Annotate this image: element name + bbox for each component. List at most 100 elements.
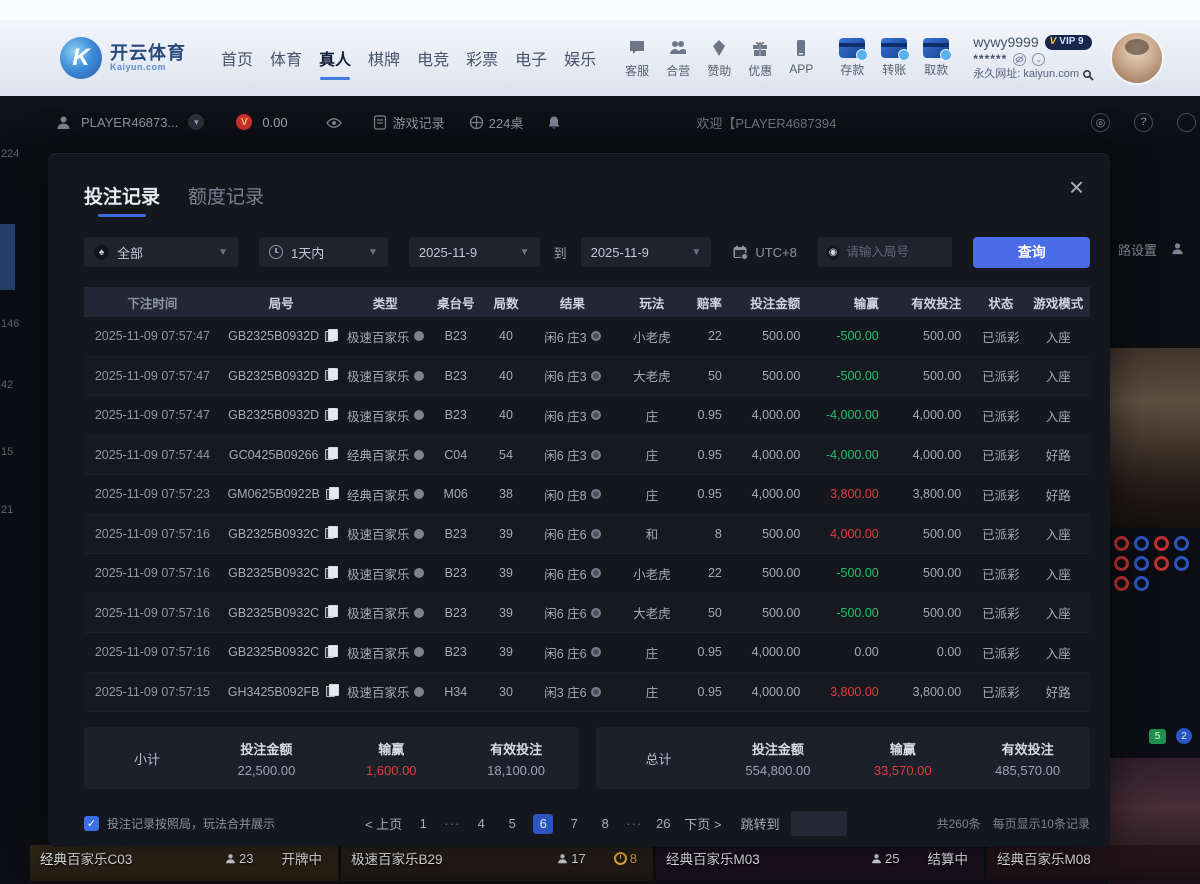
transfer-card-icon <box>881 38 907 58</box>
jump-page-input[interactable] <box>791 811 847 836</box>
result-detail-icon[interactable] <box>591 450 601 460</box>
copy-icon[interactable] <box>326 489 335 500</box>
nav-item-sports[interactable]: 体育 <box>269 40 303 76</box>
person-icon <box>871 853 882 864</box>
nav-item-slots[interactable]: 电子 <box>514 40 548 76</box>
nav-item-lottery[interactable]: 彩票 <box>465 40 499 76</box>
background-right-column: 路设置 5 2 <box>1105 148 1200 884</box>
result-detail-icon[interactable] <box>591 608 601 618</box>
page-button-1[interactable]: 1 <box>413 814 433 834</box>
live-dealer-video[interactable] <box>1108 348 1200 528</box>
live-table-tile[interactable]: 经典百家乐M0325结算中 <box>656 845 984 881</box>
transfer-button[interactable]: 转账 <box>881 38 907 78</box>
roadmap-ring <box>1134 576 1149 591</box>
pagination-ellipsis: ··· <box>626 816 642 831</box>
nav-item-entertainment[interactable]: 娱乐 <box>563 40 597 76</box>
search-circle-icon[interactable]: ◎ <box>1091 113 1110 132</box>
site-logo[interactable]: K 开云体育 Kaiyun.com <box>60 37 186 79</box>
bell-icon[interactable] <box>547 115 562 130</box>
vip-badge: V VIP 9 <box>1045 35 1092 50</box>
withdraw-button[interactable]: 取款 <box>923 38 949 78</box>
quick-label: APP <box>789 62 813 76</box>
promo-button[interactable]: 优惠 <box>748 37 772 79</box>
column-header: 投注金额 <box>736 293 814 312</box>
user-avatar[interactable] <box>1110 31 1164 85</box>
merge-checkbox[interactable]: ✓ <box>84 816 99 831</box>
partners-button[interactable]: 合营 <box>666 37 690 79</box>
chevron-down-icon[interactable]: ⌄ <box>1032 53 1045 66</box>
column-header: 下注时间 <box>84 293 221 312</box>
page-button-8[interactable]: 8 <box>595 814 615 834</box>
live-table-tile[interactable]: 经典百家乐M08 <box>987 845 1200 881</box>
table-row: 2025-11-09 07:57:23GM0625B0922B经典百家乐M063… <box>84 475 1090 515</box>
table-row: 2025-11-09 07:57:15GH3425B092FB极速百家乐H343… <box>84 673 1090 713</box>
page-button-7[interactable]: 7 <box>564 814 584 834</box>
game-record-link[interactable]: 游戏记录 <box>373 113 445 132</box>
eye-off-icon[interactable] <box>1013 53 1026 66</box>
next-page-button[interactable]: 下页 > <box>684 814 721 833</box>
roadmap-ring <box>1134 556 1149 571</box>
result-detail-icon[interactable] <box>591 489 601 499</box>
customer-service-button[interactable]: 客服 <box>625 37 649 79</box>
game-type-dot-icon <box>414 331 424 341</box>
live-table-tile[interactable]: 极速百家乐B29178 <box>341 845 653 881</box>
date-from-select[interactable]: 2025-11-9 ▼ <box>409 237 540 267</box>
roadmap-ring <box>1114 556 1129 571</box>
baccarat-roadmap <box>1108 536 1200 591</box>
query-button[interactable]: 查询 <box>973 237 1090 268</box>
copy-icon[interactable] <box>325 528 334 539</box>
deposit-button[interactable]: 存款 <box>839 38 865 78</box>
eye-icon[interactable] <box>326 115 341 130</box>
player-chevron-icon[interactable]: ▾ <box>188 114 204 130</box>
copy-icon[interactable] <box>326 686 335 697</box>
result-detail-icon[interactable] <box>591 371 601 381</box>
game-type-dot-icon <box>414 608 424 618</box>
live-table-tile[interactable]: 经典百家乐C0323开牌中 <box>30 845 338 881</box>
round-search-box: ◉ <box>818 237 953 267</box>
copy-icon[interactable] <box>325 568 334 579</box>
round-input[interactable] <box>846 245 943 259</box>
page-button-4[interactable]: 4 <box>471 814 491 834</box>
date-to-select[interactable]: 2025-11-9 ▼ <box>581 237 712 267</box>
copy-icon[interactable] <box>325 647 334 658</box>
nav-item-chess[interactable]: 棋牌 <box>367 40 401 76</box>
page-button-26[interactable]: 26 <box>653 814 673 834</box>
date-to-label: 到 <box>554 243 567 262</box>
chevron-down-icon: ▼ <box>691 247 701 258</box>
prev-page-button[interactable]: < 上页 <box>365 814 402 833</box>
help-circle-icon[interactable]: ? <box>1134 113 1153 132</box>
player-count: 23 <box>225 851 253 866</box>
result-detail-icon[interactable] <box>591 647 601 657</box>
result-detail-icon[interactable] <box>591 529 601 539</box>
copy-icon[interactable] <box>325 449 334 460</box>
result-detail-icon[interactable] <box>591 410 601 420</box>
column-header: 游戏模式 <box>1027 293 1090 312</box>
nav-item-home[interactable]: 首页 <box>220 40 254 76</box>
nav-item-esports[interactable]: 电竞 <box>416 40 450 76</box>
magnifier-icon[interactable] <box>1082 69 1094 81</box>
page-button-6[interactable]: 6 <box>533 814 553 834</box>
result-detail-icon[interactable] <box>591 331 601 341</box>
app-button[interactable]: APP <box>789 37 813 79</box>
copy-icon[interactable] <box>325 370 334 381</box>
subtotal-bet: 22,500.00 <box>237 763 295 778</box>
sponsor-button[interactable]: 赞助 <box>707 37 731 79</box>
tab-quota-records[interactable]: 额度记录 <box>188 182 264 217</box>
result-detail-icon[interactable] <box>591 687 601 697</box>
more-circle-icon[interactable] <box>1177 113 1196 132</box>
result-detail-icon[interactable] <box>591 568 601 578</box>
road-settings-label[interactable]: 路设置 <box>1118 240 1157 259</box>
copy-icon[interactable] <box>325 607 334 618</box>
copy-icon[interactable] <box>325 410 334 421</box>
nav-item-live[interactable]: 真人 <box>318 40 352 76</box>
welcome-marquee: 欢迎【PLAYER4687394 <box>696 113 836 132</box>
category-select[interactable]: ♠ 全部 ▼ <box>84 237 238 267</box>
copy-icon[interactable] <box>325 331 334 342</box>
close-icon[interactable]: × <box>1069 174 1084 200</box>
tab-bet-records[interactable]: 投注记录 <box>84 182 160 217</box>
table-count[interactable]: 224桌 <box>469 113 524 132</box>
clock-icon <box>269 245 283 259</box>
time-range-select[interactable]: 1天内 ▼ <box>259 237 388 267</box>
page-button-5[interactable]: 5 <box>502 814 522 834</box>
modal-footer: ✓ 投注记录按照局，玩法合并展示 < 上页 1···45678···26 下页 … <box>84 811 1090 836</box>
